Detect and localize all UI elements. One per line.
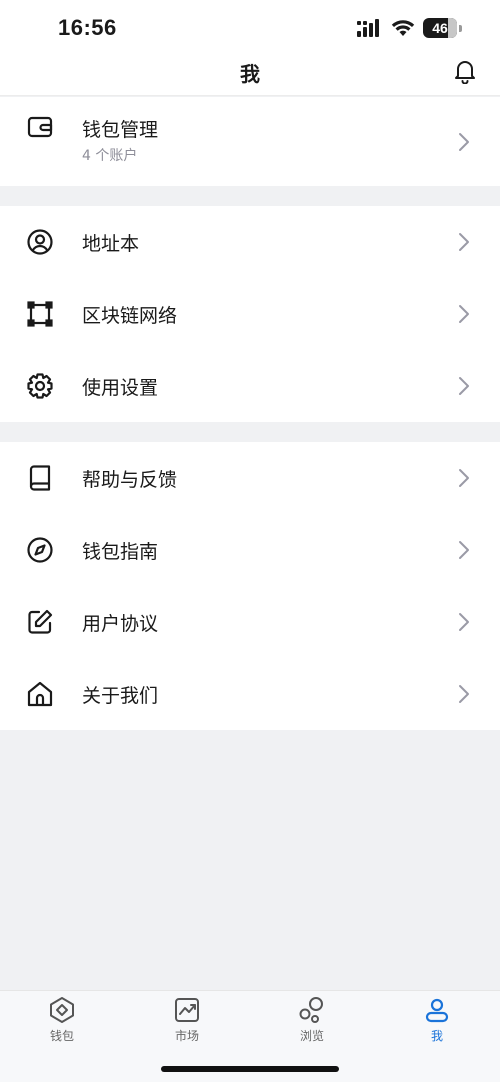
blockchain-network-item[interactable]: 区块链网络: [0, 278, 500, 350]
tab-browse-label: 浏览: [299, 1029, 324, 1043]
user-circle-icon: [27, 229, 53, 255]
wallet-management-item[interactable]: 钱包管理 4 个账户: [0, 97, 500, 186]
home-icon: [27, 681, 53, 707]
wallet-tab-icon: [50, 997, 74, 1023]
book-icon: [29, 465, 51, 491]
battery-tip: [459, 24, 462, 32]
chevron-right-icon: [459, 541, 469, 559]
page-title: 我: [240, 62, 260, 86]
wallet-group: 钱包管理 4 个账户: [0, 97, 500, 186]
cellular-signal-icon: [357, 19, 379, 37]
user-agreement-label: 用户协议: [82, 612, 159, 635]
status-icons: 46: [357, 18, 462, 38]
tab-wallet-label: 钱包: [49, 1029, 74, 1043]
help-feedback-label: 帮助与反馈: [82, 468, 178, 491]
user-agreement-item[interactable]: 用户协议: [0, 586, 500, 658]
usage-settings-label: 使用设置: [82, 376, 159, 399]
chevron-right-icon: [459, 685, 469, 703]
chevron-right-icon: [459, 305, 469, 323]
wallet-guide-item[interactable]: 钱包指南: [0, 514, 500, 586]
help-feedback-item[interactable]: 帮助与反馈: [0, 442, 500, 514]
about-us-label: 关于我们: [82, 684, 159, 707]
wifi-icon: [391, 20, 415, 36]
network-nodes-icon: [27, 301, 53, 327]
about-us-item[interactable]: 关于我们: [0, 658, 500, 730]
status-time: 16:56: [58, 15, 117, 40]
chevron-right-icon: [459, 233, 469, 251]
address-book-label: 地址本: [82, 232, 140, 255]
chevron-right-icon: [459, 377, 469, 395]
wallet-guide-label: 钱包指南: [82, 540, 159, 563]
tab-me-label: 我: [430, 1029, 443, 1043]
chart-trend-icon: [175, 998, 199, 1022]
chevron-right-icon: [459, 469, 469, 487]
account-count: 4 个账户: [82, 148, 138, 164]
tab-market-label: 市场: [174, 1029, 199, 1043]
settings-group: 地址本 区块链网络 使用设置: [0, 206, 500, 422]
usage-settings-item[interactable]: 使用设置: [0, 350, 500, 422]
chevron-right-icon: [459, 132, 469, 151]
home-indicator: [161, 1066, 339, 1072]
blockchain-network-label: 区块链网络: [82, 304, 178, 327]
nav-bar: 我: [0, 56, 500, 96]
chevron-right-icon: [459, 613, 469, 631]
wallet-management-label: 钱包管理: [82, 119, 159, 141]
battery-level: 46: [432, 20, 448, 36]
bubbles-icon: [299, 997, 323, 1023]
notification-bell-icon[interactable]: [454, 58, 476, 84]
address-book-item[interactable]: 地址本: [0, 206, 500, 278]
battery-indicator: 46: [423, 18, 457, 38]
tab-wallet[interactable]: 钱包: [27, 995, 97, 1044]
tab-browse[interactable]: 浏览: [277, 995, 347, 1044]
status-bar: 16:56 46: [0, 0, 500, 56]
wallet-icon: [27, 116, 53, 138]
compass-icon: [27, 537, 53, 563]
info-group: 帮助与反馈 钱包指南 用户协议 关于我们: [0, 442, 500, 730]
tab-me[interactable]: 我: [402, 995, 472, 1044]
gear-icon: [27, 373, 53, 399]
edit-icon: [28, 609, 53, 634]
profile-icon: [425, 998, 449, 1023]
tab-market[interactable]: 市场: [152, 995, 222, 1044]
